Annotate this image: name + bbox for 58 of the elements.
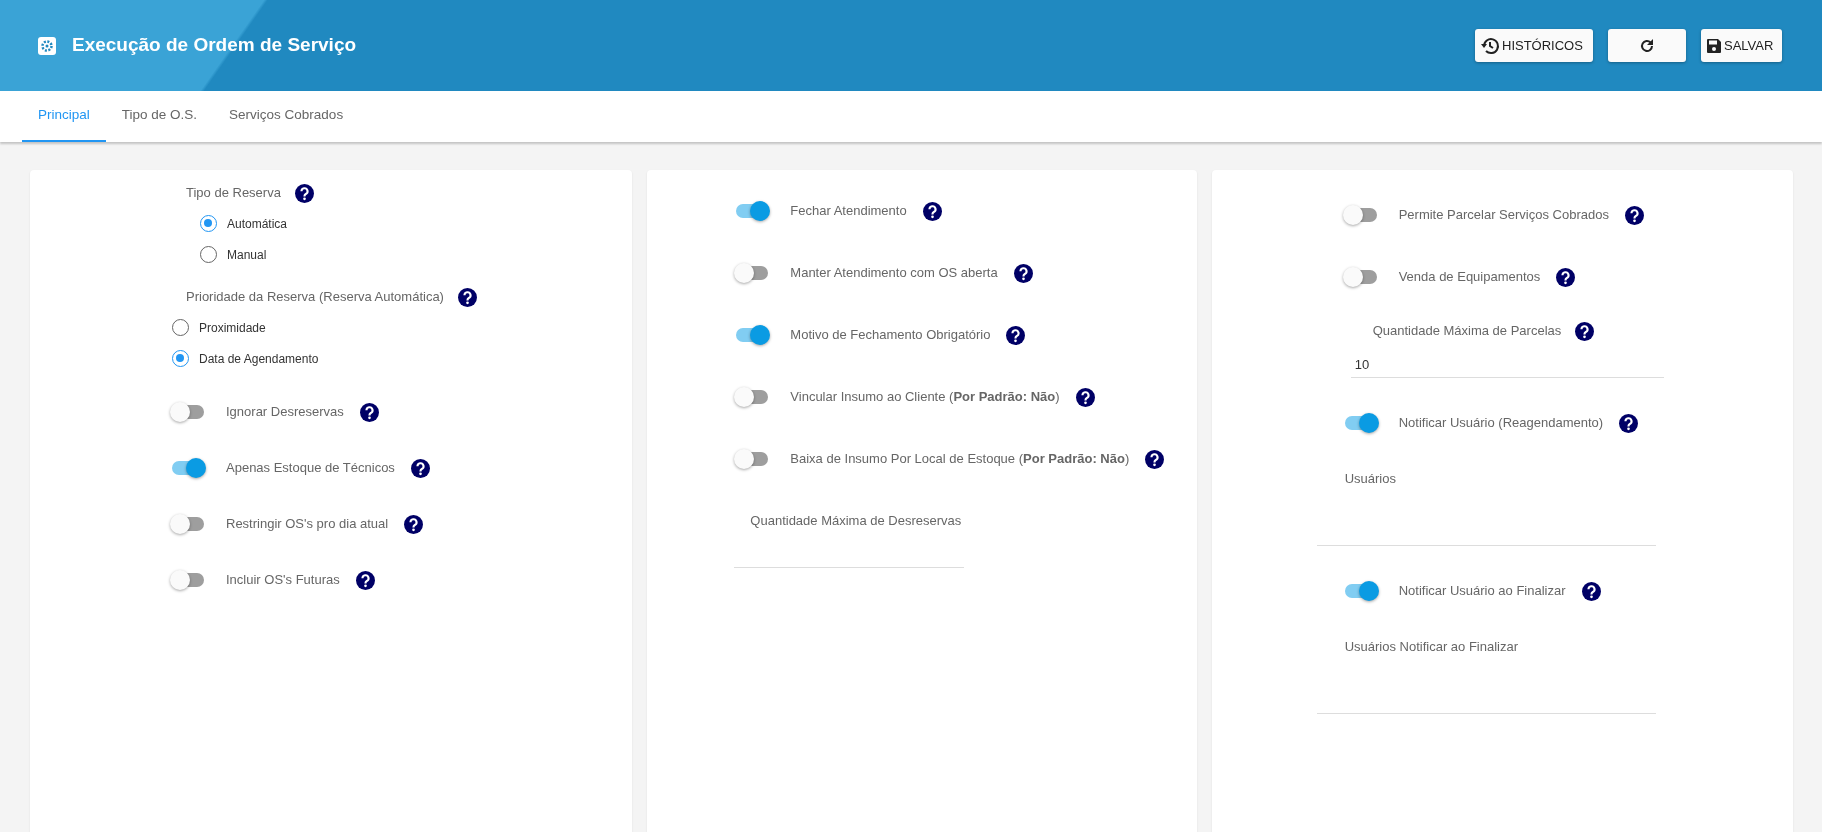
toggle-label: Vincular Insumo ao Cliente (Por Padrão: Não) bbox=[790, 388, 1060, 407]
help-icon[interactable] bbox=[404, 514, 424, 534]
help-icon[interactable] bbox=[1581, 581, 1601, 601]
field-label: Tipo de Reserva bbox=[186, 184, 281, 203]
toggle-label: Permite Parcelar Serviços Cobrados bbox=[1398, 206, 1609, 225]
save-button[interactable]: SALVAR bbox=[1701, 29, 1782, 62]
help-icon[interactable] bbox=[1556, 267, 1576, 287]
help-icon[interactable] bbox=[355, 570, 375, 590]
tab[interactable]: Tipo de O.S. bbox=[105, 91, 214, 142]
toggle-switch[interactable] bbox=[170, 570, 206, 590]
toggle-switch[interactable] bbox=[170, 402, 206, 422]
toggle-switch[interactable] bbox=[734, 201, 771, 221]
toggle-label: Baixa de Insumo Por Local de Estoque (Por Padrão: Não) bbox=[790, 450, 1130, 469]
toggle-label: Notificar Usuário (Reagendamento) bbox=[1398, 414, 1604, 433]
refresh-button[interactable] bbox=[1608, 29, 1686, 62]
toggle-label: Ignorar Desreservas bbox=[226, 403, 344, 422]
history-button[interactable]: HISTÓRICOS bbox=[1475, 29, 1593, 62]
toggle-label: Fechar Atendimento bbox=[790, 202, 907, 221]
toggle-label: Apenas Estoque de Técnicos bbox=[226, 459, 395, 478]
help-icon[interactable] bbox=[294, 183, 314, 203]
radio-label: Automática bbox=[227, 215, 288, 233]
field-label: Usuários bbox=[1344, 470, 1396, 489]
help-icon[interactable] bbox=[1006, 325, 1026, 345]
toggle-switch[interactable] bbox=[1342, 267, 1379, 287]
radio-label: Manual bbox=[227, 246, 267, 264]
toggle-label: Venda de Equipamentos bbox=[1398, 268, 1541, 287]
field-label: Quantidade Máxima de Parcelas bbox=[1372, 322, 1562, 341]
help-icon[interactable] bbox=[1145, 449, 1165, 469]
tab[interactable]: Serviços Cobrados bbox=[213, 91, 360, 142]
field-label: Quantidade Máxima de Desreservas bbox=[750, 512, 962, 531]
field-label: Usuários Notificar ao Finalizar bbox=[1344, 638, 1519, 657]
help-icon[interactable] bbox=[457, 287, 477, 307]
help-icon[interactable] bbox=[410, 458, 430, 478]
page-title: Execução de Ordem de Serviço bbox=[72, 33, 357, 58]
help-icon[interactable] bbox=[1619, 413, 1639, 433]
toggle-switch[interactable] bbox=[734, 325, 771, 345]
toggle-label: Incluir OS's Futuras bbox=[226, 571, 340, 590]
toggle-label: Motivo de Fechamento Obrigatório bbox=[790, 326, 991, 345]
radio-label: Proximidade bbox=[199, 319, 266, 337]
toggle-label: Notificar Usuário ao Finalizar bbox=[1398, 582, 1566, 601]
input-field[interactable]: 10 bbox=[1350, 352, 1664, 378]
toggle-switch[interactable] bbox=[170, 514, 206, 534]
help-icon[interactable] bbox=[922, 201, 942, 221]
toggle-label: Restringir OS's pro dia atual bbox=[226, 515, 389, 534]
refresh-icon bbox=[1639, 37, 1655, 54]
help-icon[interactable] bbox=[1624, 205, 1644, 225]
field-label: Prioridade da Reserva (Reserva Automática) bbox=[186, 288, 444, 307]
help-icon[interactable] bbox=[1575, 321, 1595, 341]
toggle-switch[interactable] bbox=[1342, 205, 1379, 225]
toggle-label: Manter Atendimento com OS aberta bbox=[790, 264, 998, 283]
help-icon[interactable] bbox=[359, 402, 379, 422]
save-icon bbox=[1706, 37, 1722, 54]
toggle-switch[interactable] bbox=[170, 458, 206, 478]
help-icon[interactable] bbox=[1075, 387, 1095, 407]
help-icon[interactable] bbox=[1013, 263, 1033, 283]
history-icon bbox=[1480, 35, 1500, 56]
radio-label: Data de Agendamento bbox=[199, 350, 319, 368]
settings-icon bbox=[38, 36, 56, 55]
